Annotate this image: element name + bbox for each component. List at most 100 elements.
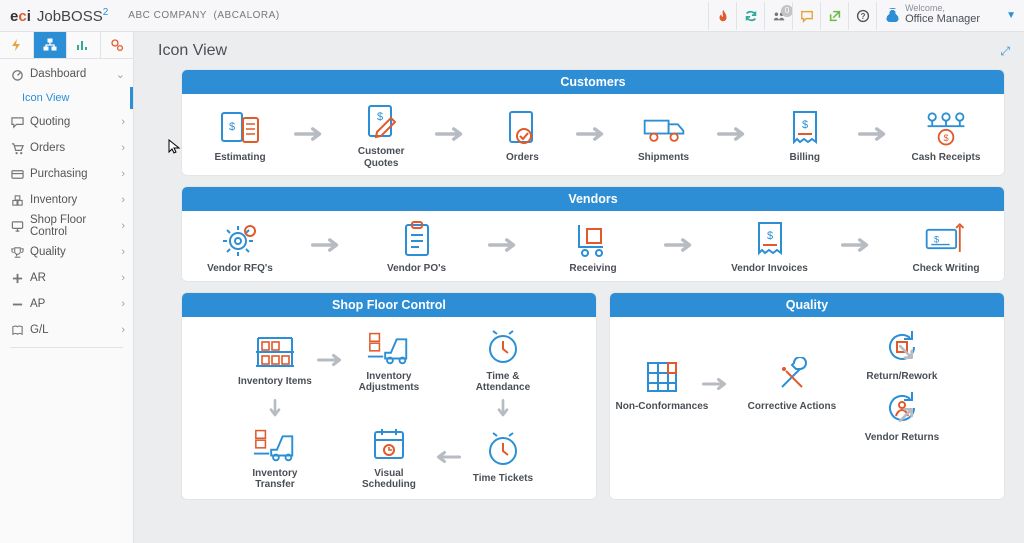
flow-time-tickets[interactable]: Time Tickets: [463, 429, 543, 485]
flow-inventory-items[interactable]: Inventory Items: [235, 332, 315, 388]
nav-gl[interactable]: G/L›: [0, 317, 133, 343]
nav-quality[interactable]: Quality›: [0, 239, 133, 265]
hot-icon[interactable]: [708, 2, 736, 30]
ap-icon: [8, 298, 26, 311]
nav-dashboard-icon-view[interactable]: Icon View: [0, 87, 133, 109]
flow-estimating[interactable]: Estimating: [200, 108, 280, 164]
forklift-icon: [366, 327, 412, 367]
user-menu-caret-icon[interactable]: ▼: [998, 10, 1024, 21]
clipboard-icon: [394, 219, 440, 259]
sidebar-mini-tabs: [0, 32, 133, 59]
flow-visual-scheduling[interactable]: Visual Scheduling: [349, 424, 429, 491]
flow-time-attendance[interactable]: Time & Attendance: [463, 327, 543, 394]
refresh-icon[interactable]: [736, 2, 764, 30]
main-content: Icon View⤢ Customers Estimating Customer…: [134, 32, 1024, 543]
gl-icon: [8, 324, 26, 337]
nav-ar[interactable]: AR›: [0, 265, 133, 291]
customers-header: Customers: [182, 70, 1004, 94]
twin-panels: Shop Floor Control Inventory Items Inven…: [182, 293, 1004, 499]
arrow-left-icon: [429, 447, 463, 467]
check-writing-icon: [923, 219, 969, 259]
mini-tab-bolt[interactable]: [0, 32, 34, 58]
flow-vendor-pos[interactable]: Vendor PO's: [377, 219, 457, 275]
flow-customer-quotes[interactable]: Customer Quotes: [341, 102, 421, 169]
flow-inventory-adjustments[interactable]: Inventory Adjustments: [349, 327, 429, 394]
estimating-icon: [217, 108, 263, 148]
receiving-icon: [570, 219, 616, 259]
flow-inventory-transfer[interactable]: Inventory Transfer: [235, 424, 315, 491]
chevron-right-icon: ›: [121, 246, 125, 258]
inventory-icon: [8, 194, 26, 207]
arrow-right-icon: [435, 124, 469, 147]
nav-orders[interactable]: Orders›: [0, 135, 133, 161]
shop-floor-icon: [8, 220, 26, 233]
mini-tab-settings[interactable]: [101, 32, 134, 58]
chevron-right-icon: ›: [121, 194, 125, 206]
arrow-down-icon: [235, 399, 315, 419]
flow-vendor-invoices[interactable]: Vendor Invoices: [730, 219, 810, 275]
arrow-right-icon: [311, 235, 345, 258]
sidebar: Dashboard⌄ Icon View Quoting› Orders› Pu…: [0, 32, 134, 543]
flow-non-conformances[interactable]: Non-Conformances: [612, 357, 712, 413]
flow-check-writing[interactable]: Check Writing: [906, 219, 986, 275]
nav-inventory[interactable]: Inventory›: [0, 187, 133, 213]
flow-shipments[interactable]: Shipments: [624, 108, 704, 164]
chevron-right-icon: ›: [121, 272, 125, 284]
chevron-right-icon: ›: [121, 324, 125, 336]
flow-vendor-rfqs[interactable]: Vendor RFQ's: [200, 219, 280, 275]
quote-icon: [358, 102, 404, 142]
chevron-down-icon: ⌄: [116, 68, 125, 81]
sidebar-nav: Dashboard⌄ Icon View Quoting› Orders› Pu…: [0, 59, 133, 348]
sfc-panel: Shop Floor Control Inventory Items Inven…: [182, 293, 596, 499]
flow-receiving[interactable]: Receiving: [553, 219, 633, 275]
customers-panel: Customers Estimating Customer Quotes Ord…: [182, 70, 1004, 175]
cash-receipts-icon: [923, 108, 969, 148]
vendors-flow: Vendor RFQ's Vendor PO's Receiving Vendo…: [200, 219, 986, 275]
arrow-right-icon: [664, 235, 698, 258]
people-icon[interactable]: 0: [764, 2, 792, 30]
nav-ap[interactable]: AP›: [0, 291, 133, 317]
user-role: Office Manager: [905, 13, 980, 26]
arrow-right-icon: [576, 124, 610, 147]
user-menu[interactable]: Welcome, Office Manager: [876, 2, 998, 30]
quality-grid: Return/Rework Non-Conformances Correctiv…: [624, 327, 990, 444]
truck-icon: [641, 108, 687, 148]
calendar-icon: [366, 424, 412, 464]
clock-icon: [480, 327, 526, 367]
company-name: ABC COMPANY (ABCALORA): [128, 10, 279, 21]
page-title: Icon View⤢: [158, 42, 1010, 60]
flow-orders[interactable]: Orders: [482, 108, 562, 164]
forklift-icon: [252, 424, 298, 464]
top-toolbar: 0 Welcome, Office Manager ▼: [708, 2, 1024, 30]
brand-logo: eci JobBOSS2: [0, 7, 108, 25]
flow-corrective-actions[interactable]: Corrective Actions: [742, 357, 842, 413]
orders-doc-icon: [499, 108, 545, 148]
dashboard-icon: [8, 68, 26, 81]
quality-header: Quality: [610, 293, 1004, 317]
arrow-down-icon: [463, 399, 543, 419]
ar-icon: [8, 272, 26, 285]
gear-icon: [217, 219, 263, 259]
nav-quoting[interactable]: Quoting›: [0, 109, 133, 135]
chat-icon[interactable]: [792, 2, 820, 30]
nav-purchasing[interactable]: Purchasing›: [0, 161, 133, 187]
quality-icon: [8, 246, 26, 259]
arrow-diag-down-icon: [892, 343, 1002, 366]
help-icon[interactable]: [848, 2, 876, 30]
brand-jobboss: JobBOSS2: [37, 7, 108, 25]
tools-icon: [769, 357, 815, 397]
expand-icon[interactable]: ⤢: [1000, 44, 1010, 59]
nav-shop-floor[interactable]: Shop Floor Control›: [0, 213, 133, 239]
external-link-icon[interactable]: [820, 2, 848, 30]
flow-billing[interactable]: Billing: [765, 108, 845, 164]
arrow-right-icon: [702, 374, 742, 397]
chevron-right-icon: ›: [121, 116, 125, 128]
flow-cash-receipts[interactable]: Cash Receipts: [906, 108, 986, 164]
arrow-right-icon: [858, 124, 892, 147]
sfc-header: Shop Floor Control: [182, 293, 596, 317]
chevron-right-icon: ›: [121, 298, 125, 310]
arrow-right-icon: [717, 124, 751, 147]
mini-tab-org[interactable]: [34, 32, 68, 58]
mini-tab-chart[interactable]: [67, 32, 101, 58]
nav-dashboard[interactable]: Dashboard⌄: [0, 61, 133, 87]
